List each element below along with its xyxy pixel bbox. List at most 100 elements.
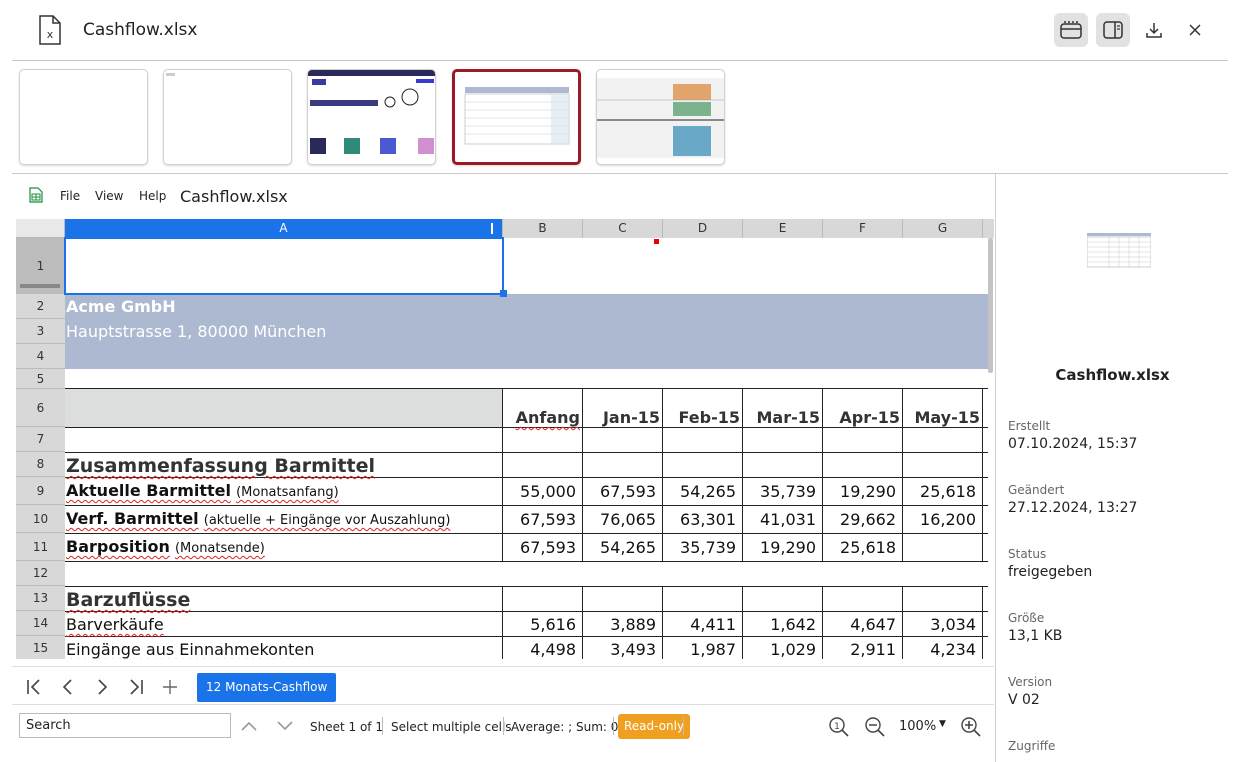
row-header-7[interactable]: 7 (16, 427, 65, 452)
row-header-11[interactable]: 11 (16, 533, 65, 561)
zoom-reset-icon[interactable]: 1 (828, 716, 850, 738)
company-address[interactable]: Hauptstrasse 1, 80000 München (66, 322, 326, 341)
cell-f11[interactable]: 25,618 (826, 538, 896, 557)
download-icon (1146, 23, 1162, 38)
cell-b15[interactable]: 4,498 (506, 640, 576, 659)
zoom-in-icon[interactable] (960, 716, 982, 738)
thumbnail-1[interactable] (19, 69, 148, 165)
row-header-15[interactable]: 15 (16, 636, 65, 659)
company-name[interactable]: Acme GmbH (66, 297, 176, 316)
row-header-9[interactable]: 9 (16, 477, 65, 505)
select-all-corner[interactable] (16, 219, 65, 238)
column-header-f[interactable]: F (823, 219, 903, 238)
vertical-scrollbar[interactable] (988, 238, 993, 373)
column-resize-handle[interactable] (491, 223, 493, 234)
thumbnail-5[interactable] (596, 69, 725, 165)
column-header-d[interactable]: D (663, 219, 743, 238)
row-eingaenge-label[interactable]: Eingänge aus Einnahmekonten (66, 640, 314, 659)
cell-c10[interactable]: 76,065 (586, 510, 656, 529)
cell-g10[interactable]: 16,200 (906, 510, 976, 529)
section-inflows-title[interactable]: Barzuflüsse (66, 589, 190, 611)
row-header-6[interactable]: 6 (16, 389, 65, 427)
selected-cell-a1[interactable] (64, 237, 504, 295)
cell-b9[interactable]: 55,000 (506, 482, 576, 501)
row-barverkaeufe-label[interactable]: Barverkäufe (66, 615, 164, 634)
cell-c14[interactable]: 3,889 (586, 615, 656, 634)
header-feb[interactable]: Feb-15 (666, 408, 741, 427)
zoom-level[interactable]: 100% ▼ (899, 719, 946, 734)
row-header-10[interactable]: 10 (16, 505, 65, 533)
cell-f14[interactable]: 4,647 (826, 615, 896, 634)
cell-d15[interactable]: 1,987 (666, 640, 736, 659)
add-sheet-icon[interactable] (160, 677, 180, 697)
row-barposition-label[interactable]: Barposition (Monatsende) (66, 537, 265, 556)
row-header-12[interactable]: 12 (16, 561, 65, 586)
row-header-4[interactable]: 4 (16, 344, 65, 369)
row-header-3[interactable]: 3 (16, 319, 65, 344)
cell-e15[interactable]: 1,029 (746, 640, 816, 659)
fill-handle[interactable] (500, 290, 507, 297)
row-aktuelle-barmittel-label[interactable]: Aktuelle Barmittel (Monatsanfang) (66, 481, 339, 500)
thumbnail-view-button[interactable] (1054, 13, 1088, 47)
cell-c15[interactable]: 3,493 (586, 640, 656, 659)
first-sheet-icon[interactable] (24, 677, 44, 697)
thumbnail-4-selected[interactable] (452, 69, 581, 165)
spreadsheet-viewer: File View Help Cashflow.xlsx A B C D E F… (12, 174, 994, 762)
column-header-g[interactable]: G (903, 219, 983, 238)
row-header-8[interactable]: 8 (16, 452, 65, 477)
column-header-c[interactable]: C (583, 219, 663, 238)
cell-f9[interactable]: 19,290 (826, 482, 896, 501)
thumbnail-2[interactable] (163, 69, 292, 165)
cell-f15[interactable]: 2,911 (826, 640, 896, 659)
thumbnail-3[interactable] (307, 69, 436, 165)
cell-c9[interactable]: 67,593 (586, 482, 656, 501)
column-header-b[interactable]: B (503, 219, 583, 238)
column-header-e[interactable]: E (743, 219, 823, 238)
cell-g15[interactable]: 4,234 (906, 640, 976, 659)
cell-b14[interactable]: 5,616 (506, 615, 576, 634)
search-down-icon[interactable] (276, 718, 294, 734)
next-sheet-icon[interactable] (92, 677, 112, 697)
row-verf-barmittel-label[interactable]: Verf. Barmittel (aktuelle + Eingänge vor… (66, 509, 450, 528)
header-jan[interactable]: Jan-15 (586, 408, 660, 427)
sheet-tab-12-monats-cashflow[interactable]: 12 Monats-Cashflow (197, 673, 337, 702)
header-anfang[interactable]: Anfang (506, 408, 580, 427)
cell-d11[interactable]: 35,739 (666, 538, 736, 557)
row-resize-handle[interactable] (20, 284, 60, 288)
menu-file[interactable]: File (60, 189, 80, 203)
row-header-5[interactable]: 5 (16, 369, 65, 389)
row-header-14[interactable]: 14 (16, 611, 65, 636)
download-button[interactable] (1137, 13, 1171, 47)
cell-e14[interactable]: 1,642 (746, 615, 816, 634)
cell-b11[interactable]: 67,593 (506, 538, 576, 557)
last-sheet-icon[interactable] (126, 677, 146, 697)
spreadsheet-grid[interactable]: A B C D E F G 1 2 3 4 5 6 7 8 9 10 11 12… (16, 219, 994, 659)
header-may[interactable]: May-15 (906, 408, 980, 427)
row-header-2[interactable]: 2 (16, 294, 65, 319)
header-mar[interactable]: Mar-15 (746, 408, 820, 427)
cell-f10[interactable]: 29,662 (826, 510, 896, 529)
cell-d14[interactable]: 4,411 (666, 615, 736, 634)
menu-help[interactable]: Help (139, 189, 166, 203)
cell-e10[interactable]: 41,031 (746, 510, 816, 529)
cell-c11[interactable]: 54,265 (586, 538, 656, 557)
menu-view[interactable]: View (95, 189, 123, 203)
cell-d9[interactable]: 54,265 (666, 482, 736, 501)
section-summary-title[interactable]: Zusammenfassung Barmittel (66, 455, 375, 477)
cell-g9[interactable]: 25,618 (906, 482, 976, 501)
search-up-icon[interactable] (240, 718, 258, 734)
prev-sheet-icon[interactable] (58, 677, 78, 697)
column-header-a[interactable]: A (65, 219, 503, 238)
header-apr[interactable]: Apr-15 (826, 408, 900, 427)
cell-e9[interactable]: 35,739 (746, 482, 816, 501)
cell-e11[interactable]: 19,290 (746, 538, 816, 557)
close-button[interactable] (1178, 13, 1212, 47)
info-value-created: 07.10.2024, 15:37 (1008, 436, 1138, 452)
zoom-out-icon[interactable] (864, 716, 886, 738)
cell-d10[interactable]: 63,301 (666, 510, 736, 529)
side-panel-button[interactable] (1096, 13, 1130, 47)
row-header-13[interactable]: 13 (16, 586, 65, 611)
cell-b10[interactable]: 67,593 (506, 510, 576, 529)
search-input[interactable] (19, 713, 231, 738)
cell-g14[interactable]: 3,034 (906, 615, 976, 634)
